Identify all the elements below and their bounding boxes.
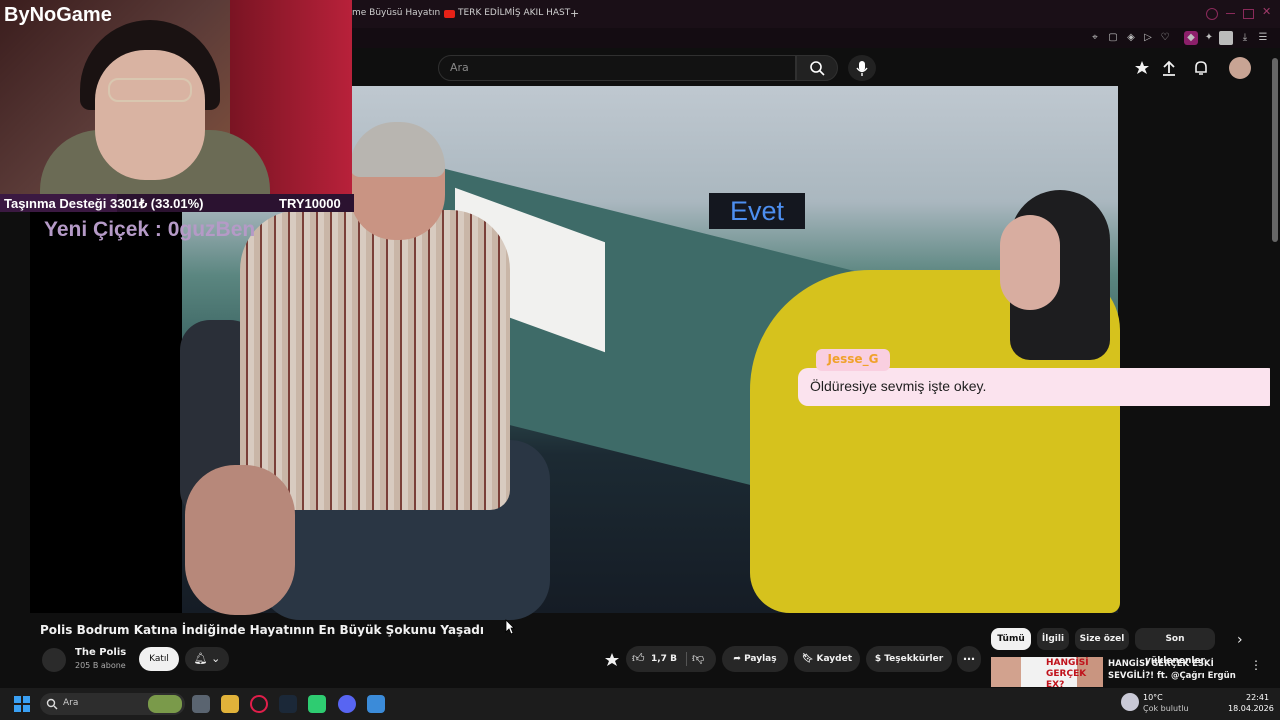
clock-time[interactable]: 22:41 [1246,693,1269,702]
thanks-icon: $ [874,654,885,664]
taskbar-search-icon [46,698,58,710]
video-title: Polis Bodrum Katına İndiğinde Hayatının … [40,623,484,637]
search-button[interactable] [796,55,838,81]
video-scene-woman-face [1000,215,1060,310]
weather-temperature[interactable]: 10°C [1143,693,1163,702]
save-button[interactable]: 🔖︎ Kaydet [794,646,860,672]
video-scene-third-person [185,465,295,615]
tab-magic[interactable]: me Büyüsü Hayatın [352,8,440,18]
webcam-face [95,50,205,180]
chat-username: Jesse_G [827,352,879,366]
join-button[interactable]: Katıl [139,647,179,671]
share-button[interactable]: ➦ Paylaş [722,646,788,672]
blue-app-icon[interactable] [367,695,385,713]
search-icon [810,61,825,76]
shield-icon[interactable]: ◈ [1124,31,1138,45]
heart-icon[interactable]: ♡ [1158,31,1172,45]
screenshot-icon[interactable]: ▢ [1106,31,1120,45]
menu-icon[interactable]: ☰ [1256,31,1270,45]
bell-icon: 🔔︎ [193,652,208,665]
minimize-icon[interactable] [1226,13,1235,14]
search-highlight-icon [148,695,182,713]
pin-icon[interactable]: ⌖ [1088,31,1102,45]
profile-avatar[interactable] [1219,31,1233,45]
video-scene-man [240,210,510,510]
video-caption: Evet [729,196,785,226]
taskbar-search-placeholder: Ara [63,698,79,708]
recommendation-thumbnail-text: HANGİSİ GERÇEK EX? [1046,658,1089,690]
file-explorer-icon[interactable] [221,695,239,713]
donation-goal-target: TRY10000 [279,196,341,211]
page-scrollbar-thumb[interactable] [1272,58,1278,242]
youtube-icon [444,10,455,18]
like-divider [686,652,687,666]
green-app-icon[interactable] [308,695,326,713]
new-tab-button[interactable]: + [570,7,579,20]
search-placeholder: Ara [450,61,469,74]
more-actions-button[interactable]: ⋯ [957,646,981,672]
chip-related[interactable]: İlgili [1037,628,1069,650]
chevron-down-icon: ⌄ [207,652,221,665]
share-label: Paylaş [744,654,777,664]
chat-message: Öldüresiye sevmiş işte okey. [810,378,987,394]
weather-description[interactable]: Çok bulutlu [1143,704,1189,713]
windows-start-icon[interactable] [13,695,31,713]
tab-asylum[interactable]: TERK EDİLMİŞ AKIL HAST [458,8,570,18]
player-icon[interactable]: ▷ [1141,31,1155,45]
discord-icon[interactable] [338,695,356,713]
create-clip-icon[interactable] [603,651,621,669]
thumb-face-left [991,657,1021,687]
new-flower-alert: Yeni Çiçek : 0guzBen [44,218,256,241]
channel-avatar[interactable] [42,648,66,672]
like-icon[interactable]: 👍︎ [632,651,645,666]
bynogame-logo: ByNoGame [4,4,112,26]
recommendation-title[interactable]: HANGİSİ GERÇEK ESKİ SEVGİLİ?! ft. @Çağrı… [1108,658,1238,682]
like-count[interactable]: 1,7 B [651,654,677,664]
close-icon[interactable]: ✕ [1262,5,1271,18]
thanks-label: Teşekkürler [884,654,944,664]
dislike-icon[interactable]: 👎︎ [692,651,704,666]
weather-icon[interactable] [1121,693,1139,711]
share-icon: ➦ [733,654,745,664]
subscription-bell-button[interactable]: 🔔︎ ⌄ [185,647,229,671]
webcam-glasses [108,78,192,102]
chip-recent[interactable]: Son yüklenenler [1135,628,1215,666]
task-view-icon[interactable] [192,695,210,713]
create-icon[interactable] [1133,59,1151,77]
mouse-cursor-icon [505,619,515,635]
channel-subscriber-count: 205 B abone [75,661,126,670]
download-icon[interactable]: ⤓ [1238,31,1252,45]
chip-for-you[interactable]: Size özel [1075,628,1129,650]
upload-icon[interactable] [1160,59,1178,77]
microphone-icon [856,61,868,76]
account-avatar[interactable] [1229,57,1251,79]
notifications-icon[interactable] [1192,59,1210,77]
thanks-button[interactable]: $ Teşekkürler [866,646,952,672]
donation-goal-text: Taşınma Desteği 3301₺ (33.01%) [4,196,204,211]
chips-next-icon[interactable]: › [1237,632,1243,648]
streamer-webcam [0,0,352,194]
chip-all[interactable]: Tümü [991,628,1031,650]
maximize-icon[interactable] [1243,9,1254,19]
channel-name[interactable]: The Polis [75,647,126,658]
recommendation-menu-icon[interactable]: ⋮ [1250,658,1262,672]
voice-search-button[interactable] [848,55,876,81]
clock-date[interactable]: 18.04.2026 [1228,704,1274,713]
search-input[interactable] [438,55,796,81]
puzzle-icon[interactable]: ✦ [1202,31,1216,45]
opera-gx-icon[interactable] [250,695,268,713]
search-tabs-icon[interactable] [1206,8,1218,20]
extension-icon[interactable]: ◆ [1184,31,1198,45]
steam-icon[interactable] [279,695,297,713]
save-label: Kaydet [816,654,853,664]
bookmark-icon: 🔖︎ [801,654,817,664]
